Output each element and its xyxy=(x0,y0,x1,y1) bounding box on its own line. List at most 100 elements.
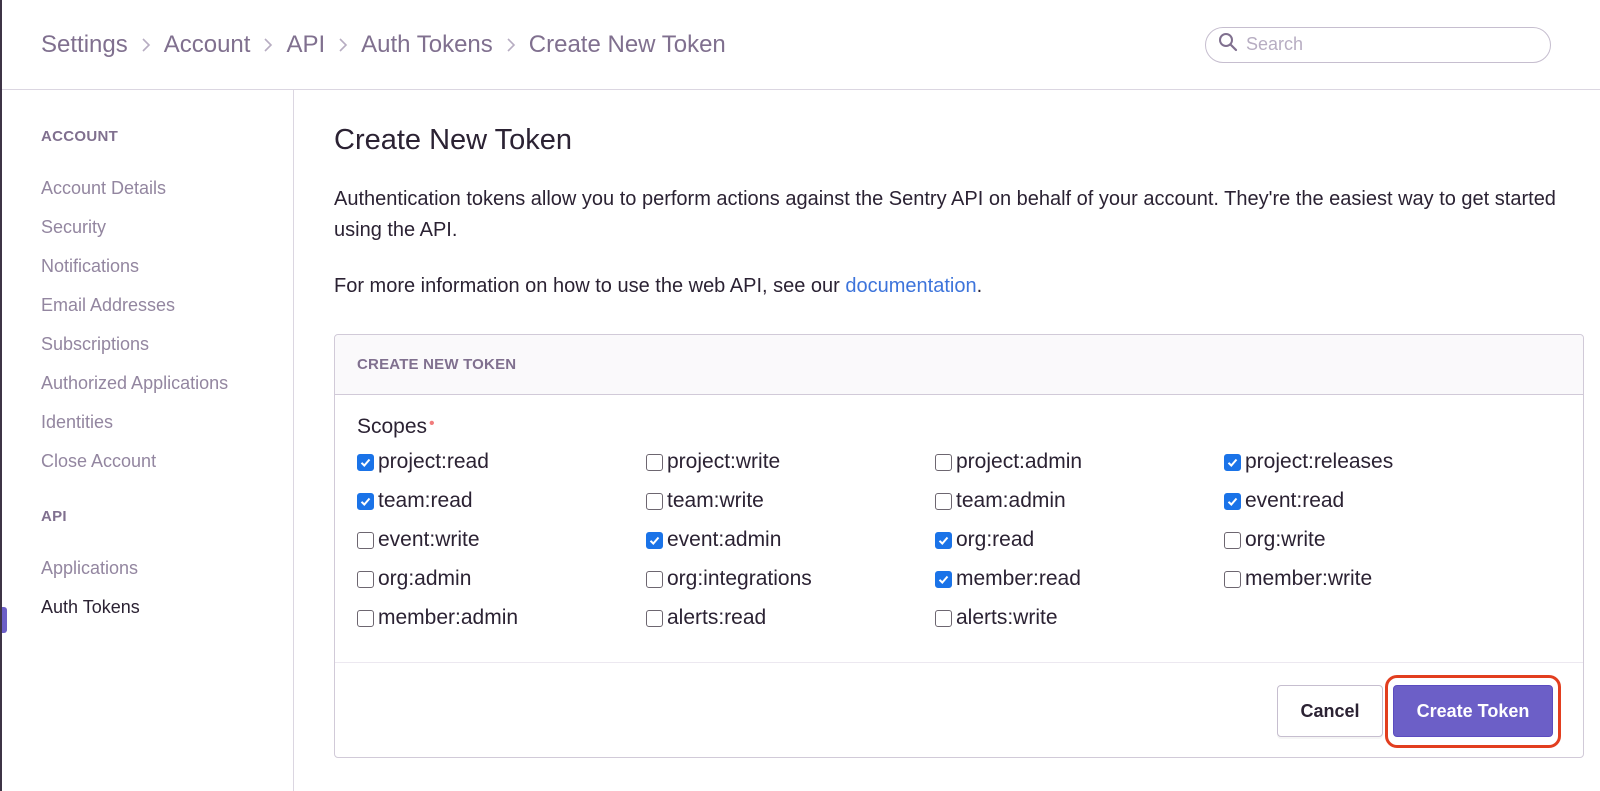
breadcrumb-current: Create New Token xyxy=(528,30,726,58)
breadcrumb-account[interactable]: Account xyxy=(164,31,251,59)
required-indicator: • xyxy=(429,415,435,432)
scope-label: event:write xyxy=(378,528,480,551)
scopes-label-text: Scopes xyxy=(357,415,428,438)
scope-label: org:read xyxy=(956,528,1035,551)
panel-footer: Cancel Create Token xyxy=(335,662,1583,758)
scope-label: member:admin xyxy=(378,606,519,629)
sidebar-heading-api: API xyxy=(41,508,67,525)
scope-member-admin[interactable]: member:admin xyxy=(357,605,518,631)
checkmark-icon xyxy=(1227,458,1238,467)
scope-label: project:admin xyxy=(956,450,1083,473)
scope-project-read[interactable]: project:read xyxy=(357,449,489,475)
scope-event-admin[interactable]: event:admin xyxy=(646,527,781,553)
scope-checkbox-team-read[interactable] xyxy=(357,492,374,510)
breadcrumb-api[interactable]: API xyxy=(286,31,325,59)
checkmark-icon xyxy=(938,575,949,584)
sidebar-item-subscriptions[interactable]: Subscriptions xyxy=(41,334,149,355)
scope-team-read[interactable]: team:read xyxy=(357,488,473,514)
chevron-right-icon xyxy=(140,37,152,52)
scope-label: alerts:write xyxy=(956,606,1058,629)
scope-label: team:write xyxy=(667,489,764,512)
scope-checkbox-project-admin[interactable] xyxy=(935,453,952,471)
scope-event-read[interactable]: event:read xyxy=(1224,488,1344,514)
create-token-panel: CREATE NEW TOKEN Scopes • project:read pro… xyxy=(334,334,1584,758)
scope-checkbox-member-write[interactable] xyxy=(1224,570,1241,588)
checkmark-icon xyxy=(938,536,949,545)
search-icon xyxy=(1218,32,1238,57)
scope-label: team:read xyxy=(378,489,473,512)
info-text: For more information on how to use the w… xyxy=(334,271,1574,302)
scope-label: org:integrations xyxy=(667,567,812,590)
info-prefix: For more information on how to use the w… xyxy=(334,275,846,297)
scope-checkbox-team-write[interactable] xyxy=(646,492,663,510)
sidebar-item-close-account[interactable]: Close Account xyxy=(41,451,156,472)
sidebar-heading-account: ACCOUNT xyxy=(41,128,119,145)
scope-member-write[interactable]: member:write xyxy=(1224,566,1372,592)
scope-checkbox-team-admin[interactable] xyxy=(935,492,952,510)
scope-checkbox-event-admin[interactable] xyxy=(646,531,663,549)
scope-label: event:admin xyxy=(667,528,782,551)
active-indicator xyxy=(2,607,7,633)
description-text: Authentication tokens allow you to perfo… xyxy=(334,188,1556,241)
scope-checkbox-project-write[interactable] xyxy=(646,453,663,471)
scope-label: project:read xyxy=(378,450,489,473)
scope-checkbox-org-write[interactable] xyxy=(1224,531,1241,549)
checkmark-icon xyxy=(360,497,371,506)
scope-checkbox-org-read[interactable] xyxy=(935,531,952,549)
sidebar-item-email-addresses[interactable]: Email Addresses xyxy=(41,295,175,316)
scope-checkbox-alerts-read[interactable] xyxy=(646,609,663,627)
checkmark-icon xyxy=(360,458,371,467)
scope-team-admin[interactable]: team:admin xyxy=(935,488,1066,514)
sidebar-item-applications[interactable]: Applications xyxy=(41,558,138,579)
sidebar-item-authorized-applications[interactable]: Authorized Applications xyxy=(41,373,228,394)
settings-sidebar: ACCOUNT Account Details Security Notific… xyxy=(2,90,294,791)
scope-checkbox-alerts-write[interactable] xyxy=(935,609,952,627)
scope-checkbox-org-admin[interactable] xyxy=(357,570,374,588)
scope-label: project:write xyxy=(667,450,781,473)
scope-project-admin[interactable]: project:admin xyxy=(935,449,1082,475)
scope-checkbox-project-read[interactable] xyxy=(357,453,374,471)
scope-label: org:write xyxy=(1245,528,1326,551)
scope-team-write[interactable]: team:write xyxy=(646,488,764,514)
scope-label: member:read xyxy=(956,567,1081,590)
scope-org-admin[interactable]: org:admin xyxy=(357,566,471,592)
create-token-button[interactable]: Create Token xyxy=(1393,685,1553,737)
scope-org-integrations[interactable]: org:integrations xyxy=(646,566,812,592)
scope-checkbox-event-read[interactable] xyxy=(1224,492,1241,510)
scope-event-write[interactable]: event:write xyxy=(357,527,480,553)
cancel-button[interactable]: Cancel xyxy=(1277,685,1383,737)
scope-project-releases[interactable]: project:releases xyxy=(1224,449,1393,475)
sidebar-item-notifications[interactable]: Notifications xyxy=(41,256,139,277)
sidebar-item-account-details[interactable]: Account Details xyxy=(41,178,166,199)
documentation-link[interactable]: documentation xyxy=(845,275,976,297)
scope-checkbox-event-write[interactable] xyxy=(357,531,374,549)
scope-org-read[interactable]: org:read xyxy=(935,527,1034,553)
breadcrumb-auth-tokens[interactable]: Auth Tokens xyxy=(361,31,493,59)
scope-checkbox-project-releases[interactable] xyxy=(1224,453,1241,471)
chevron-right-icon xyxy=(505,37,517,52)
sidebar-item-identities[interactable]: Identities xyxy=(41,412,113,433)
scope-label: event:read xyxy=(1245,489,1345,512)
scope-checkbox-org-integrations[interactable] xyxy=(646,570,663,588)
breadcrumb: Settings Account API Auth Tokens Create … xyxy=(41,31,726,59)
scope-member-read[interactable]: member:read xyxy=(935,566,1081,592)
sidebar-item-security[interactable]: Security xyxy=(41,217,106,238)
scopes-label: Scopes • xyxy=(357,415,435,439)
scope-label: team:admin xyxy=(956,489,1066,512)
chevron-right-icon xyxy=(337,37,349,52)
scope-alerts-write[interactable]: alerts:write xyxy=(935,605,1058,631)
chevron-right-icon xyxy=(262,37,274,52)
sidebar-item-auth-tokens[interactable]: Auth Tokens xyxy=(41,597,140,618)
scope-label: alerts:read xyxy=(667,606,767,629)
scope-project-write[interactable]: project:write xyxy=(646,449,780,475)
scope-label: member:write xyxy=(1245,567,1373,590)
scope-checkbox-member-read[interactable] xyxy=(935,570,952,588)
top-header: Settings Account API Auth Tokens Create … xyxy=(2,0,1600,90)
search-box[interactable] xyxy=(1205,26,1551,63)
page-title: Create New Token xyxy=(334,124,573,156)
scope-alerts-read[interactable]: alerts:read xyxy=(646,605,766,631)
search-input[interactable] xyxy=(1246,34,1536,55)
scope-checkbox-member-admin[interactable] xyxy=(357,609,374,627)
scope-org-write[interactable]: org:write xyxy=(1224,527,1326,553)
breadcrumb-settings[interactable]: Settings xyxy=(41,31,128,59)
